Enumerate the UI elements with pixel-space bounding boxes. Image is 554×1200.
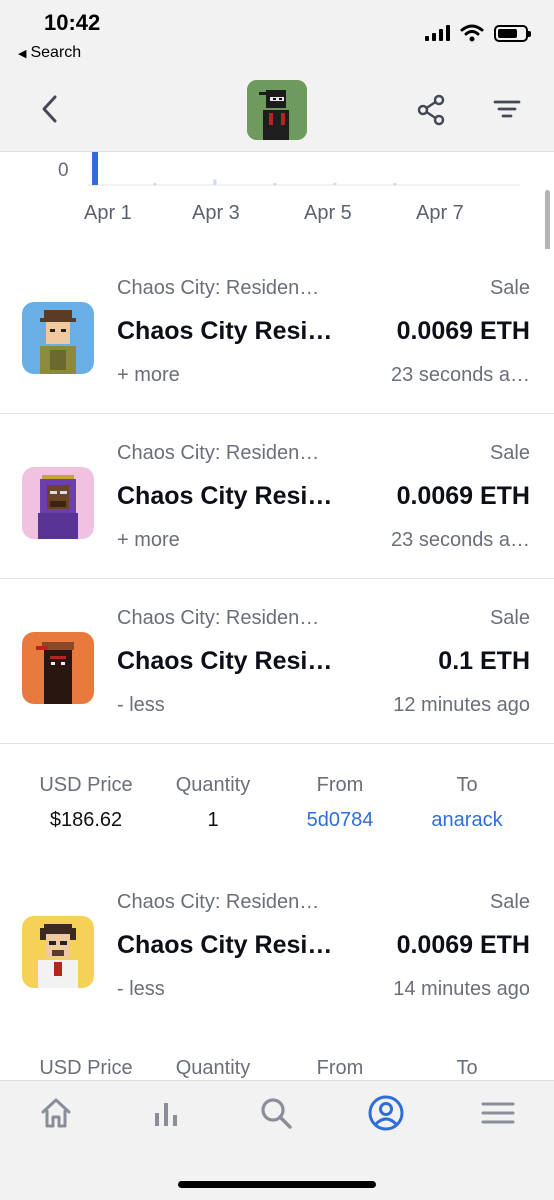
chevron-left-icon xyxy=(42,95,57,123)
nft-thumbnail xyxy=(22,916,94,988)
quantity-label: Quantity xyxy=(175,774,251,796)
from-address-link[interactable]: 5d0784 xyxy=(270,809,410,832)
collection-name: Chaos City: Residen… xyxy=(117,277,320,299)
chart-bar xyxy=(333,182,337,185)
activity-row[interactable]: Chaos City: Residen… Chaos City Resi… - … xyxy=(0,863,554,1028)
item-name[interactable]: Chaos City Resi… xyxy=(117,647,332,676)
usd-price-label: USD Price xyxy=(39,1057,133,1079)
sale-price: 0.1 ETH xyxy=(438,647,530,675)
back-triangle-icon: ◀ xyxy=(18,47,27,60)
to-address-link[interactable]: anarack xyxy=(397,809,537,832)
chart-bar xyxy=(273,183,277,185)
to-column: To xyxy=(397,1057,537,1080)
battery-icon xyxy=(494,24,531,42)
quantity-value: 1 xyxy=(207,809,219,831)
chart-bar xyxy=(213,179,217,185)
event-time: 12 minutes ago xyxy=(393,694,530,716)
profile-icon xyxy=(368,1095,404,1131)
tab-search[interactable] xyxy=(256,1093,296,1133)
sale-price: 0.0069 ETH xyxy=(396,482,530,510)
usd-price-value: $186.62 xyxy=(49,809,123,831)
stats-icon xyxy=(155,1103,177,1126)
event-type: Sale xyxy=(489,607,530,629)
activity-row[interactable]: Chaos City: Residen… Chaos City Resi… - … xyxy=(0,579,554,744)
ninja-avatar-image xyxy=(247,80,307,140)
status-time: 10:42 xyxy=(44,10,101,35)
expand-toggle[interactable]: + more xyxy=(117,364,180,387)
tab-profile[interactable] xyxy=(366,1093,406,1133)
to-label: To xyxy=(456,1057,478,1079)
item-name[interactable]: Chaos City Resi… xyxy=(117,931,332,960)
from-label: From xyxy=(316,774,364,796)
event-time: 14 minutes ago xyxy=(393,978,530,1000)
event-type: Sale xyxy=(489,277,530,299)
collection-header xyxy=(0,66,554,152)
back-button[interactable] xyxy=(32,90,66,128)
back-to-search[interactable]: ◀ Search xyxy=(18,44,81,62)
tab-home[interactable] xyxy=(36,1093,76,1133)
event-time: 23 seconds a… xyxy=(391,529,530,551)
filter-button[interactable] xyxy=(490,92,524,128)
y-axis-tick-label: 0 xyxy=(58,160,69,181)
to-label: To xyxy=(456,774,478,796)
x-tick-label: Apr 3 xyxy=(192,202,240,224)
status-bar: 10:42 ◀ Search xyxy=(0,0,554,66)
nft-thumbnail xyxy=(22,632,94,704)
event-time: 23 seconds a… xyxy=(391,364,530,386)
filter-icon xyxy=(493,100,521,118)
search-icon xyxy=(261,1098,292,1129)
expand-toggle[interactable]: + more xyxy=(117,529,180,552)
to-column: To anarack xyxy=(397,774,537,832)
quantity-label: Quantity xyxy=(175,1057,251,1079)
x-tick-label: Apr 1 xyxy=(84,202,132,224)
tab-menu[interactable] xyxy=(478,1093,518,1133)
tab-stats[interactable] xyxy=(146,1093,186,1133)
activity-row[interactable]: Chaos City: Residen… Chaos City Resi… + … xyxy=(0,249,554,414)
x-tick-label: Apr 7 xyxy=(416,202,464,224)
usd-price-column: USD Price xyxy=(16,1057,156,1080)
home-indicator xyxy=(178,1181,376,1188)
chart-bar xyxy=(92,152,98,185)
nft-thumbnail xyxy=(22,467,94,539)
from-column: From xyxy=(270,1057,410,1080)
expand-toggle[interactable]: - less xyxy=(117,694,165,717)
usd-price-label: USD Price xyxy=(39,774,133,796)
home-icon xyxy=(41,1098,71,1128)
share-button[interactable] xyxy=(414,92,450,128)
sale-price: 0.0069 ETH xyxy=(396,317,530,345)
sale-details: USD Price $186.62 Quantity 1 From 5d0784… xyxy=(0,744,554,864)
quantity-column: Quantity 1 xyxy=(143,774,283,832)
chart-bar xyxy=(393,183,397,185)
usd-price-column: USD Price $186.62 xyxy=(16,774,156,832)
sale-price: 0.0069 ETH xyxy=(396,931,530,959)
item-name[interactable]: Chaos City Resi… xyxy=(117,317,332,346)
event-type: Sale xyxy=(489,442,530,464)
wifi-icon xyxy=(460,24,484,42)
activity-chart: 0 Apr 1 Apr 3 Apr 5 Apr 7 xyxy=(0,152,554,244)
activity-row[interactable]: Chaos City: Residen… Chaos City Resi… + … xyxy=(0,414,554,579)
expand-toggle[interactable]: - less xyxy=(117,978,165,1001)
back-search-label: Search xyxy=(30,44,82,61)
nft-thumbnail xyxy=(22,302,94,374)
menu-icon xyxy=(481,1102,515,1124)
item-name[interactable]: Chaos City Resi… xyxy=(117,482,332,511)
quantity-column: Quantity xyxy=(143,1057,283,1080)
share-icon xyxy=(417,94,445,126)
collection-name: Chaos City: Residen… xyxy=(117,607,320,629)
event-type: Sale xyxy=(489,891,530,913)
cellular-signal-icon xyxy=(425,25,450,41)
x-tick-label: Apr 5 xyxy=(304,202,352,224)
from-column: From 5d0784 xyxy=(270,774,410,832)
collection-name: Chaos City: Residen… xyxy=(117,891,320,913)
status-icons xyxy=(425,24,531,42)
chart-plot xyxy=(88,152,520,186)
collection-name: Chaos City: Residen… xyxy=(117,442,320,464)
collection-avatar[interactable] xyxy=(247,80,307,140)
from-label: From xyxy=(316,1057,364,1079)
chart-bar xyxy=(153,182,157,185)
